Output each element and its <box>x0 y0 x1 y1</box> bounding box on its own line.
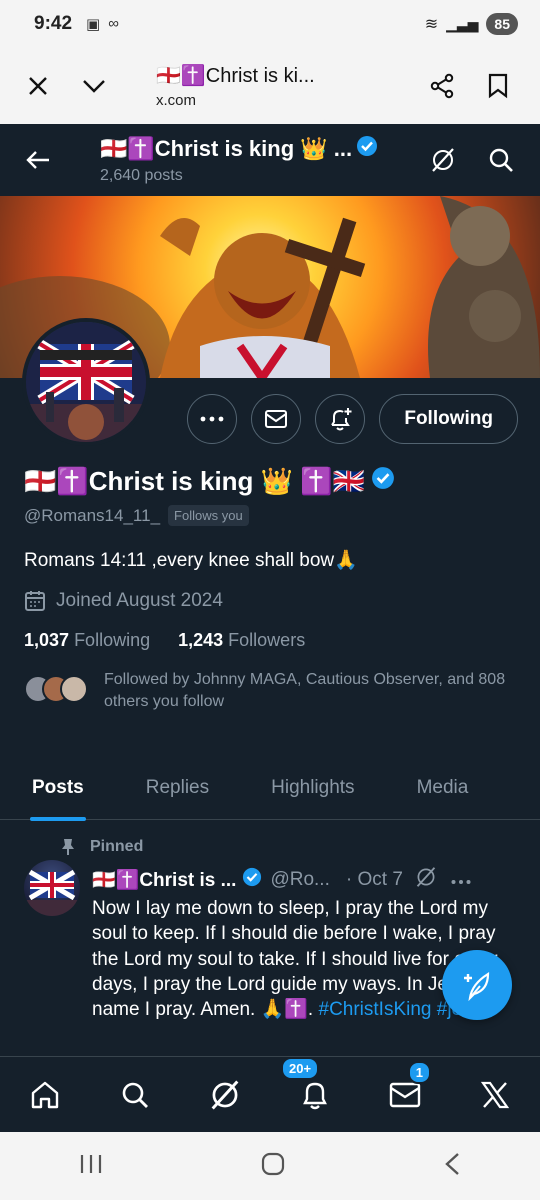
tweet-author-name[interactable]: 🏴󠁧󠁢󠁥󠁮󠁧󠁿✝️Christ is ... <box>92 868 236 892</box>
browser-url: x.com <box>156 92 197 109</box>
avatar <box>60 675 88 703</box>
grok-icon <box>211 1079 239 1110</box>
wifi-icon: ≋ <box>424 16 439 33</box>
tweet-author-handle: @Ro... <box>270 869 330 890</box>
compose-post-button[interactable] <box>442 950 512 1020</box>
message-button[interactable] <box>251 394 302 444</box>
bookmark-icon[interactable] <box>470 58 526 114</box>
bell-plus-icon <box>331 408 352 431</box>
followers-label: Followers <box>228 630 306 650</box>
status-time: 9:42 <box>34 13 73 34</box>
search-icon <box>122 1082 148 1108</box>
feather-plus-icon <box>464 972 490 1002</box>
follower-avatars <box>24 675 88 703</box>
battery-indicator: 85 <box>486 13 518 35</box>
android-navigation-bar <box>0 1132 540 1200</box>
tweet-date[interactable]: · Oct 7 <box>346 869 403 891</box>
tweet-more-icon[interactable] <box>451 869 471 891</box>
back-button-icon[interactable] <box>442 1151 462 1182</box>
back-arrow-icon[interactable] <box>16 138 60 182</box>
nav-search[interactable] <box>105 1065 165 1125</box>
header-title: 🏴󠁧󠁢󠁥󠁮󠁧󠁿✝️Christ is king 👑 ... <box>100 135 420 163</box>
tweet-header: 🏴󠁧󠁢󠁥󠁮󠁧󠁿✝️Christ is ... @Ro... · Oct 7 <box>92 866 522 894</box>
grok-icon[interactable] <box>415 866 437 894</box>
profile-avatar[interactable] <box>22 318 150 446</box>
x-logo-icon <box>480 1081 510 1108</box>
profile-actions: Following <box>187 394 518 444</box>
envelope-icon <box>265 410 288 428</box>
notifications-subscribe-button[interactable] <box>315 394 366 444</box>
messages-badge: 1 <box>407 1060 431 1084</box>
following-count-link[interactable]: 1,037 Following <box>24 630 150 651</box>
header-title-block: 🏴󠁧󠁢󠁥󠁮󠁧󠁿✝️Christ is king 👑 ... 2,640 post… <box>100 135 420 185</box>
browser-page-title: 🏴󠁧󠁢󠁥󠁮󠁧󠁿✝️Christ is ki... <box>156 65 315 87</box>
home-button-icon[interactable] <box>260 1151 286 1182</box>
tab-replies[interactable]: Replies <box>146 756 209 820</box>
envelope-icon <box>389 1082 421 1107</box>
bottom-navigation: 20+ 1 <box>0 1056 540 1132</box>
signal-icon: ▁▃▅ <box>446 15 479 32</box>
nav-notifications[interactable]: 20+ <box>281 1056 345 1125</box>
browser-title[interactable]: 🏴󠁧󠁢󠁥󠁮󠁧󠁿✝️Christ is ki... x.com <box>122 63 414 109</box>
status-bar: 9:42 ▣ ∞ ≋ ▁▃▅ 85 <box>0 0 540 48</box>
browser-bar: 🏴󠁧󠁢󠁥󠁮󠁧󠁿✝️Christ is ki... x.com <box>0 48 540 124</box>
profile-tabs: Posts Replies Highlights Media <box>0 756 540 821</box>
joined-date: Joined August 2024 <box>56 590 223 611</box>
more-dots-icon <box>200 416 224 422</box>
follows-you-badge: Follows you <box>168 505 249 526</box>
tab-posts[interactable]: Posts <box>30 756 86 821</box>
profile-header: 🏴󠁧󠁢󠁥󠁮󠁧󠁿✝️Christ is king 👑 ... 2,640 post… <box>0 124 540 196</box>
pin-icon <box>62 839 74 855</box>
status-icons: ▣ ∞ <box>86 15 119 33</box>
joined-date-row: Joined August 2024 <box>24 590 516 612</box>
tab-media[interactable]: Media <box>417 756 469 820</box>
tweet-avatar[interactable] <box>24 860 80 916</box>
profile-handle: @Romans14_11_ <box>24 505 161 525</box>
notifications-badge: 20+ <box>281 1056 320 1080</box>
calendar-icon <box>25 591 45 611</box>
home-icon <box>31 1081 59 1108</box>
nav-grok[interactable] <box>195 1065 255 1125</box>
followed-by-row[interactable]: Followed by Johnny MAGA, Cautious Observ… <box>24 669 516 714</box>
pinned-label: Pinned <box>90 838 144 855</box>
followers-count-link[interactable]: 1,243 Followers <box>178 630 305 651</box>
chevron-down-icon[interactable] <box>66 58 122 114</box>
pinned-indicator: Pinned <box>60 838 143 856</box>
pinned-tweet[interactable]: Pinned 🏴󠁧󠁢󠁥󠁮󠁧󠁿✝️Christ is ... @Ro... · O… <box>0 830 540 1056</box>
verified-badge-icon <box>242 867 262 893</box>
nav-x-premium[interactable] <box>465 1065 525 1125</box>
profile-info: 🏴󠁧󠁢󠁥󠁮󠁧󠁿✝️Christ is king 👑 ✝️🇬🇧 @Romans14… <box>24 466 516 714</box>
voicemail-icon: ∞ <box>108 15 119 32</box>
grok-icon[interactable] <box>420 137 466 183</box>
share-icon[interactable] <box>414 58 470 114</box>
following-button[interactable]: Following <box>379 394 518 444</box>
following-count: 1,037 <box>24 630 70 650</box>
follow-counts: 1,037 Following 1,243 Followers <box>24 630 516 651</box>
recent-apps-icon[interactable] <box>78 1153 104 1180</box>
followers-count: 1,243 <box>178 630 224 650</box>
verified-badge-icon <box>356 135 378 163</box>
followed-by-text: Followed by Johnny MAGA, Cautious Observ… <box>104 671 506 711</box>
profile-bio: Romans 14:11 ,every knee shall bow🙏 <box>24 550 358 571</box>
search-icon[interactable] <box>478 137 524 183</box>
following-label: Following <box>74 630 151 650</box>
more-options-button[interactable] <box>187 394 238 444</box>
header-display-name: 🏴󠁧󠁢󠁥󠁮󠁧󠁿✝️Christ is king 👑 ... <box>100 136 353 161</box>
profile-display-name: 🏴󠁧󠁢󠁥󠁮󠁧󠁿✝️Christ is king 👑 ✝️🇬🇧 <box>24 466 366 496</box>
profile-name-row: 🏴󠁧󠁢󠁥󠁮󠁧󠁿✝️Christ is king 👑 ✝️🇬🇧 <box>24 466 516 497</box>
handle-row: @Romans14_11_ Follows you <box>24 505 516 526</box>
close-icon[interactable] <box>10 58 66 114</box>
posts-count: 2,640 posts <box>100 167 183 184</box>
nav-home[interactable] <box>15 1065 75 1125</box>
bell-icon <box>303 1082 327 1109</box>
tab-highlights[interactable]: Highlights <box>271 756 354 820</box>
screen-record-icon: ▣ <box>86 16 101 33</box>
nav-messages[interactable]: 1 <box>375 1060 435 1125</box>
verified-badge-icon <box>371 466 395 497</box>
